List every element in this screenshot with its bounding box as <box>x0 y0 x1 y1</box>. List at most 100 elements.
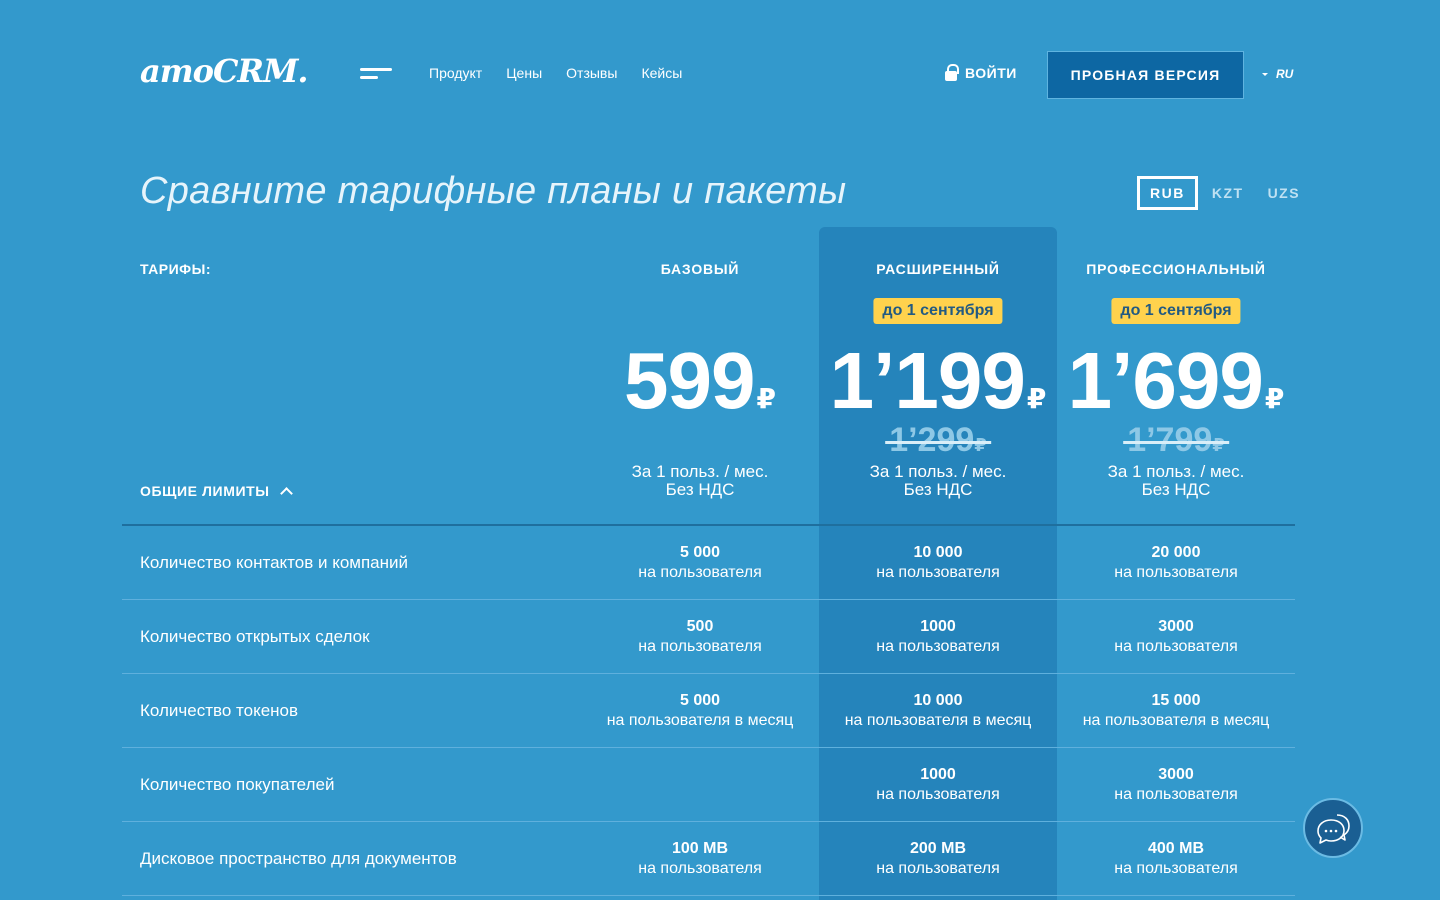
cell-value: 400 MB <box>1147 840 1205 857</box>
row-label: Количество токенов <box>140 701 299 720</box>
currency-rub[interactable]: RUB <box>1137 176 1198 210</box>
cell-unit: на пользователя <box>1114 638 1238 655</box>
cell-unit: на пользователя <box>638 564 762 581</box>
language-code: RU <box>1276 67 1294 81</box>
limits-section-toggle[interactable]: ОБЩИЕ ЛИМИТЫ <box>140 483 293 500</box>
plan-price: 599₽ <box>581 335 819 427</box>
login-button[interactable]: ВОЙТИ <box>944 64 1017 82</box>
table-row: Количество токенов 5 000 на пользователя … <box>122 674 1295 748</box>
row-label: Количество контактов и компаний <box>140 553 408 572</box>
table-cell: 10 000 на пользователя в месяц <box>819 674 1057 748</box>
trial-version-button[interactable]: ПРОБНАЯ ВЕРСИЯ <box>1047 51 1244 99</box>
cell-value: 5 000 <box>679 692 721 709</box>
table-cell: 1000 на пользователя <box>819 600 1057 674</box>
cell-value: 3000 <box>1158 766 1194 783</box>
caret-down-icon <box>1262 72 1268 76</box>
table-cell: 3000 на пользователя <box>1057 600 1295 674</box>
table-cell: 400 MB на пользователя <box>1057 822 1295 896</box>
strikethrough-line <box>885 440 991 444</box>
cell-unit: на пользователя <box>876 786 1000 803</box>
nav-prices[interactable]: Цены <box>506 65 542 81</box>
cell-value: 3000 <box>1158 618 1194 635</box>
amocrm-logo[interactable]: amoCRM. <box>140 52 309 90</box>
plan-name: ПРОФЕССИОНАЛЬНЫЙ <box>1086 261 1266 277</box>
cell-unit: на пользователя <box>1114 564 1238 581</box>
plan-name: РАСШИРЕННЫЙ <box>876 261 1000 277</box>
table-row: Количество открытых сделок 500 на пользов… <box>122 600 1295 674</box>
old-price-currency: ₽ <box>974 435 987 455</box>
table-cell: 200 MB на пользователя <box>819 822 1057 896</box>
price-vat-note: Без НДС <box>665 480 735 499</box>
plan-extended: РАСШИРЕННЫЙ до 1 сентября 1’199₽ 1’299₽ … <box>819 227 1057 525</box>
cell-value: 20 000 <box>1151 544 1201 561</box>
promo-badge: до 1 сентября <box>873 298 1003 324</box>
table-cell: 3000 на пользователя <box>1057 748 1295 822</box>
row-label: Дисковое пространство для документов <box>140 849 457 868</box>
cell-value: 1000 <box>920 766 956 783</box>
table-row: Дисковое пространство для документов 100… <box>122 822 1295 896</box>
plan-basic: БАЗОВЫЙ 599₽ За 1 польз. / мес. Без НДС <box>581 227 819 525</box>
price-amount: 1’199 <box>829 336 1026 425</box>
table-cell: 20 000 на пользователя <box>1057 526 1295 600</box>
table-cell: 100 MB на пользователя <box>581 822 819 896</box>
cell-value: 10 000 <box>913 544 963 561</box>
nav-product[interactable]: Продукт <box>429 65 482 81</box>
page-title: Сравните тарифные планы и пакеты <box>140 170 847 212</box>
price-per-user: За 1 польз. / мес. <box>631 462 769 481</box>
cell-unit: на пользователя <box>638 860 762 877</box>
row-label: Количество открытых сделок <box>140 627 370 646</box>
language-selector[interactable]: RU <box>1262 67 1293 81</box>
price-currency: ₽ <box>1026 383 1047 414</box>
login-label: ВОЙТИ <box>965 65 1017 81</box>
old-price-currency: ₽ <box>1212 435 1225 455</box>
cell-value: 10 000 <box>913 692 963 709</box>
tarifs-label: ТАРИФЫ: <box>140 261 211 277</box>
cell-unit: на пользователя <box>876 860 1000 877</box>
cell-value: 5 000 <box>679 544 721 561</box>
plan-price: 1’699₽ <box>1057 335 1295 427</box>
old-price: 1’299₽ <box>885 421 991 460</box>
cell-unit: на пользователя <box>876 564 1000 581</box>
price-terms: За 1 польз. / мес. Без НДС <box>581 463 819 499</box>
promo-badge: до 1 сентября <box>1111 298 1241 324</box>
price-terms: За 1 польз. / мес. Без НДС <box>1057 463 1295 499</box>
price-per-user: За 1 польз. / мес. <box>869 462 1007 481</box>
cell-value: 500 <box>686 618 714 635</box>
price-currency: ₽ <box>1264 383 1285 414</box>
table-cell: 5 000 на пользователя <box>581 526 819 600</box>
cell-unit: на пользователя в месяц <box>1082 712 1270 729</box>
table-cell: 5 000 на пользователя в месяц <box>581 674 819 748</box>
plan-professional: ПРОФЕССИОНАЛЬНЫЙ до 1 сентября 1’699₽ 1’… <box>1057 227 1295 525</box>
price-vat-note: Без НДС <box>903 480 973 499</box>
currency-kzt[interactable]: KZT <box>1202 176 1254 210</box>
cell-value: 15 000 <box>1151 692 1201 709</box>
price-terms: За 1 польз. / мес. Без НДС <box>819 463 1057 499</box>
chevron-up-icon <box>279 487 293 500</box>
nav-reviews[interactable]: Отзывы <box>566 65 617 81</box>
price-vat-note: Без НДС <box>1141 480 1211 499</box>
plan-price: 1’199₽ <box>819 335 1057 427</box>
cell-unit: на пользователя <box>1114 860 1238 877</box>
table-cell: 500 на пользователя <box>581 600 819 674</box>
table-cell: 15 000 на пользователя в месяц <box>1057 674 1295 748</box>
price-amount: 1’699 <box>1067 336 1264 425</box>
price-amount: 599 <box>624 336 755 425</box>
table-row: Количество покупателей 1000 на пользовате… <box>122 748 1295 822</box>
cell-value: 200 MB <box>909 840 967 857</box>
nav-cases[interactable]: Кейсы <box>641 65 682 81</box>
menu-burger-icon[interactable] <box>360 68 392 82</box>
currency-uzs[interactable]: UZS <box>1258 176 1311 210</box>
chat-widget-button[interactable] <box>1303 798 1363 858</box>
table-cell <box>581 748 819 822</box>
cell-unit: на пользователя <box>876 638 1000 655</box>
cell-unit: на пользователя <box>638 638 762 655</box>
cell-value: 100 MB <box>671 840 729 857</box>
old-price: 1’799₽ <box>1123 421 1229 460</box>
plan-name: БАЗОВЫЙ <box>660 261 740 277</box>
site-header: amoCRM. Продукт Цены Отзывы Кейсы ВОЙТИ … <box>0 0 1440 150</box>
currency-switcher: RUB KZT UZS <box>1137 176 1310 210</box>
cell-unit: на пользователя в месяц <box>606 712 794 729</box>
table-cell: 10 000 на пользователя <box>819 526 1057 600</box>
lock-icon <box>944 64 959 82</box>
cell-unit: на пользователя <box>1114 786 1238 803</box>
